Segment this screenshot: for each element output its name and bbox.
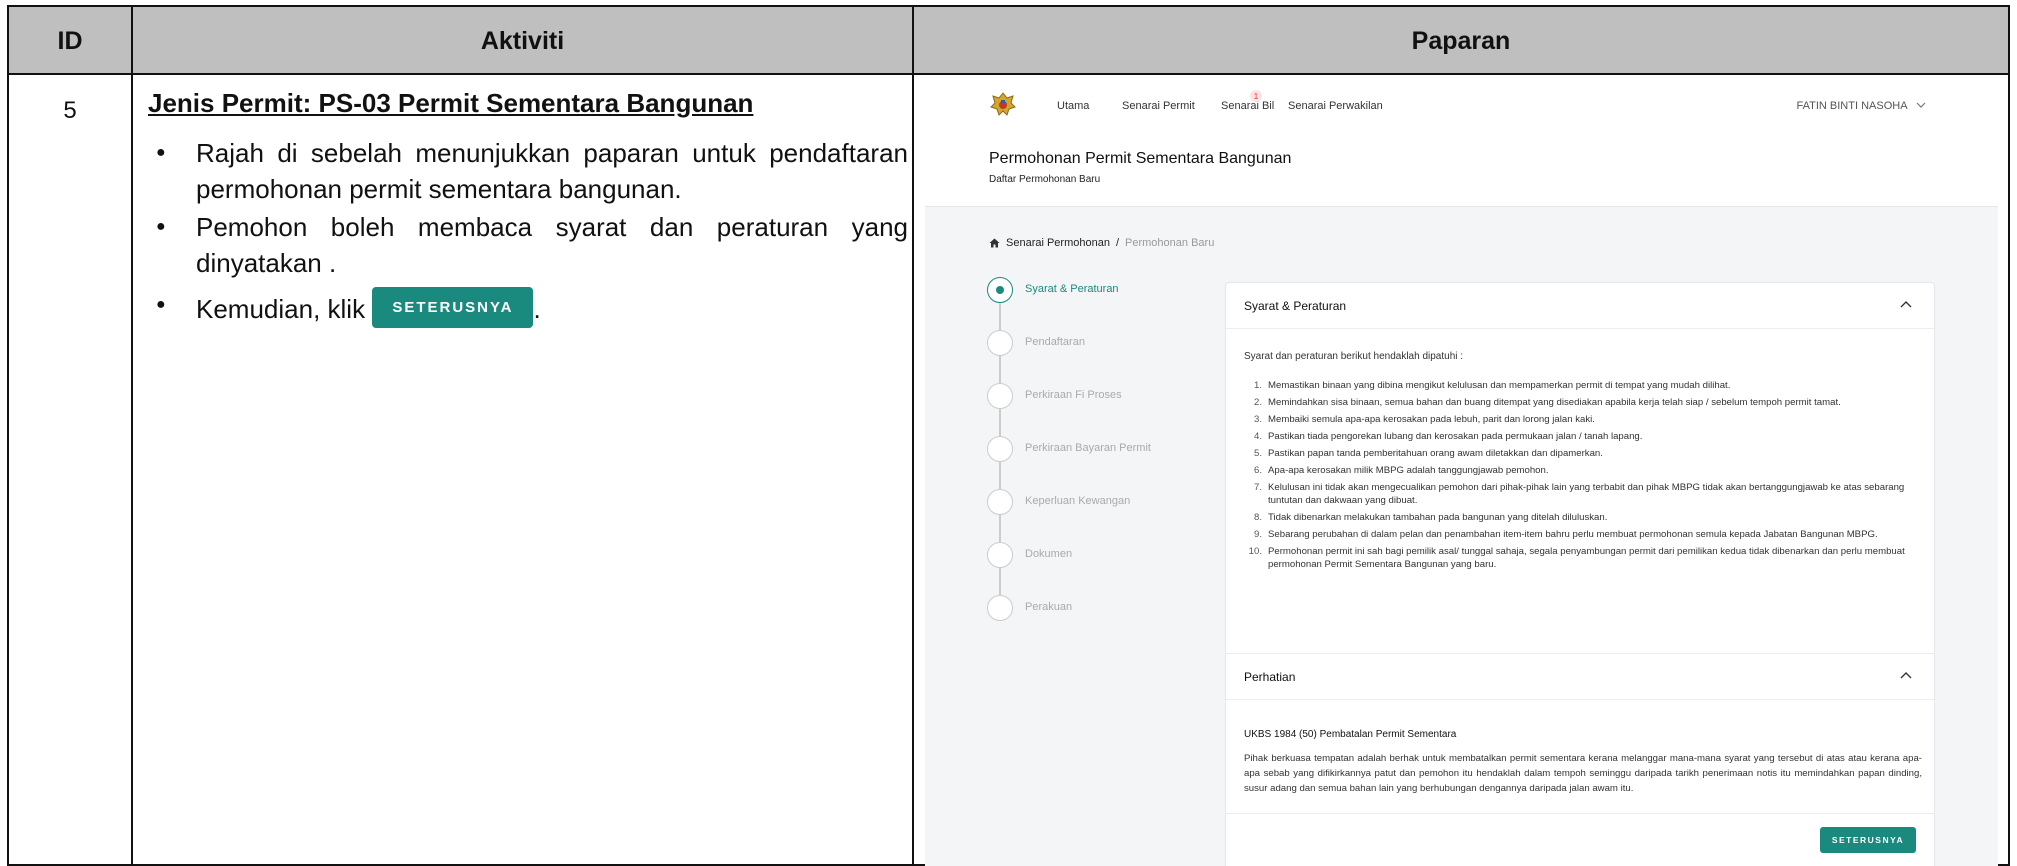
nav-senarai-bil[interactable]: Senarai Bil [1221, 100, 1274, 112]
rules-list: 1. Memastikan binaan yang dibina mengikut… [1244, 379, 1924, 575]
nav-utama[interactable]: Utama [1057, 100, 1089, 112]
step-circle-icon [987, 542, 1013, 568]
rule-text: Memindahkan sisa binaan, semua bahan dan… [1268, 397, 1841, 408]
step-circle-icon [987, 595, 1013, 621]
step-pendaftaran[interactable]: Pendaftaran [987, 330, 1247, 356]
activity-title: Jenis Permit: PS-03 Permit Sementara Ban… [148, 88, 754, 118]
rule-item: 8. Tidak dibenarkan melakukan tambahan pa… [1253, 512, 1608, 523]
rule-item: 4. Pastikan tiada pengorekan lubang dan k… [1253, 431, 1643, 442]
page-subtitle: Daftar Permohonan Baru [989, 174, 1101, 185]
column-divider [912, 7, 914, 864]
rule-item: 6. Apa-apa kerosakan milik MBPG adalah ta… [1253, 465, 1549, 476]
rule-text: Permohonan permit ini sah bagi pemilik a… [1268, 546, 1905, 570]
step-label: Perkiraan Bayaran Permit [1025, 442, 1151, 454]
nav-senarai-permit[interactable]: Senarai Permit [1122, 100, 1195, 112]
instruction-table: ID Aktiviti Paparan 5 Jenis Permit: PS-0… [7, 5, 2010, 866]
rule-item: 5. Pastikan papan tanda pemberitahuan ora… [1253, 448, 1603, 459]
user-name: FATIN BINTI NASOHA [1796, 100, 1907, 112]
step-dokumen[interactable]: Dokumen [987, 542, 1247, 568]
rule-item: 7. Kelulusan ini tidak akan mengecualikan… [1253, 482, 1905, 506]
step-syarat[interactable]: Syarat & Peraturan [987, 277, 1247, 303]
step-label: Perakuan [1025, 601, 1073, 613]
rule-text: Membaiki semula apa-apa kerosakan pada l… [1268, 414, 1595, 425]
rule-item: 2. Memindahkan sisa binaan, semua bahan d… [1253, 397, 1841, 408]
step-label: Syarat & Peraturan [1025, 283, 1119, 295]
rule-text: Apa-apa kerosakan milik MBPG adalah tang… [1268, 465, 1549, 476]
chevron-up-icon[interactable] [1898, 297, 1914, 313]
section-header-syarat[interactable]: Syarat & Peraturan [1226, 283, 1934, 329]
chevron-up-icon[interactable] [1898, 668, 1914, 684]
step-circle-icon [987, 383, 1013, 409]
step-label: Perkiraan Fi Proses [1025, 389, 1122, 401]
row-id: 5 [63, 97, 77, 124]
page-title: Permohonan Permit Sementara Bangunan [989, 150, 1292, 167]
seterusnya-button-image: SETERUSNYA [372, 287, 534, 328]
bullet-suffix: . [533, 294, 541, 324]
header-paparan: Paparan [1411, 26, 1511, 55]
step-circle-icon [987, 489, 1013, 515]
activity-bullet: Rajah di sebelah menunjukkan paparan unt… [148, 135, 908, 207]
step-label: Dokumen [1025, 548, 1073, 560]
note-title: UKBS 1984 (50) Pembatalan Permit Sementa… [1244, 729, 1457, 740]
crest-logo-icon [990, 92, 1016, 116]
breadcrumb: Senarai Permohonan / Permohonan Baru [989, 237, 1214, 249]
step-circle-icon [987, 330, 1013, 356]
rule-text: Memastikan binaan yang dibina mengikut k… [1268, 380, 1731, 391]
step-bayaran-permit[interactable]: Perkiraan Bayaran Permit [987, 436, 1247, 462]
chevron-down-icon [1916, 102, 1926, 108]
section-divider [1226, 813, 1934, 814]
activity-cell: Jenis Permit: PS-03 Permit Sementara Ban… [148, 85, 908, 330]
breadcrumb-current: Permohonan Baru [1125, 237, 1215, 249]
app-screenshot: Utama Senarai Permit Senarai Bil 1 Senar… [925, 77, 1998, 866]
section-header-perhatian[interactable]: Perhatian [1226, 654, 1934, 700]
terms-card: Syarat & Peraturan Syarat dan peraturan … [1225, 282, 1935, 866]
step-active-icon [987, 277, 1013, 303]
rule-text: Tidak dibenarkan melakukan tambahan pada… [1268, 512, 1608, 523]
nav-senarai-perwakilan[interactable]: Senarai Perwakilan [1288, 100, 1383, 112]
rules-intro: Syarat dan peraturan berikut hendaklah d… [1244, 351, 1464, 362]
header-aktiviti: Aktiviti [480, 26, 565, 55]
section-title: Perhatian [1244, 670, 1296, 684]
page-header: Permohonan Permit Sementara Bangunan Daf… [925, 137, 1998, 207]
activity-list: Rajah di sebelah menunjukkan paparan unt… [148, 135, 908, 328]
step-label: Pendaftaran [1025, 336, 1085, 348]
rule-text: Pastikan tiada pengorekan lubang dan ker… [1268, 431, 1643, 442]
top-navbar: Utama Senarai Permit Senarai Bil 1 Senar… [925, 77, 1998, 137]
section-title: Syarat & Peraturan [1244, 299, 1347, 313]
notification-badge: 1 [1250, 90, 1262, 102]
activity-bullet: Kemudian, klik SETERUSNYA. [148, 287, 908, 328]
activity-bullet: Pemohon boleh membaca syarat dan peratur… [148, 209, 908, 281]
breadcrumb-separator: / [1115, 237, 1120, 249]
rule-item: 10. Permohonan permit ini sah bagi pemili… [1248, 546, 1905, 570]
header-id: ID [57, 26, 83, 55]
seterusnya-button[interactable]: SETERUSNYA [1820, 827, 1916, 853]
rule-item: 3. Membaiki semula apa-apa kerosakan pada… [1253, 414, 1595, 425]
rule-text: Sebarang perubahan di dalam pelan dan pe… [1268, 529, 1878, 540]
column-divider [131, 7, 133, 864]
rule-item: 1. Memastikan binaan yang dibina mengikut… [1253, 380, 1731, 391]
step-circle-icon [987, 436, 1013, 462]
note-text: Pihak berkuasa tempatan adalah berhak un… [1244, 753, 1922, 794]
user-menu[interactable]: FATIN BINTI NASOHA [1797, 100, 1927, 112]
breadcrumb-home[interactable]: Senarai Permohonan [1006, 237, 1110, 249]
step-label: Keperluan Kewangan [1025, 495, 1131, 507]
step-kewangan[interactable]: Keperluan Kewangan [987, 489, 1247, 515]
bullet-text: Kemudian, klik [196, 294, 366, 324]
rule-item: 9. Sebarang perubahan di dalam pelan dan … [1253, 529, 1878, 540]
rule-text: Pastikan papan tanda pemberitahuan orang… [1268, 448, 1603, 459]
step-perakuan[interactable]: Perakuan [987, 595, 1247, 621]
rule-text: Kelulusan ini tidak akan mengecualikan p… [1268, 482, 1905, 506]
step-fi-proses[interactable]: Perkiraan Fi Proses [987, 383, 1247, 409]
home-icon [989, 238, 1000, 248]
